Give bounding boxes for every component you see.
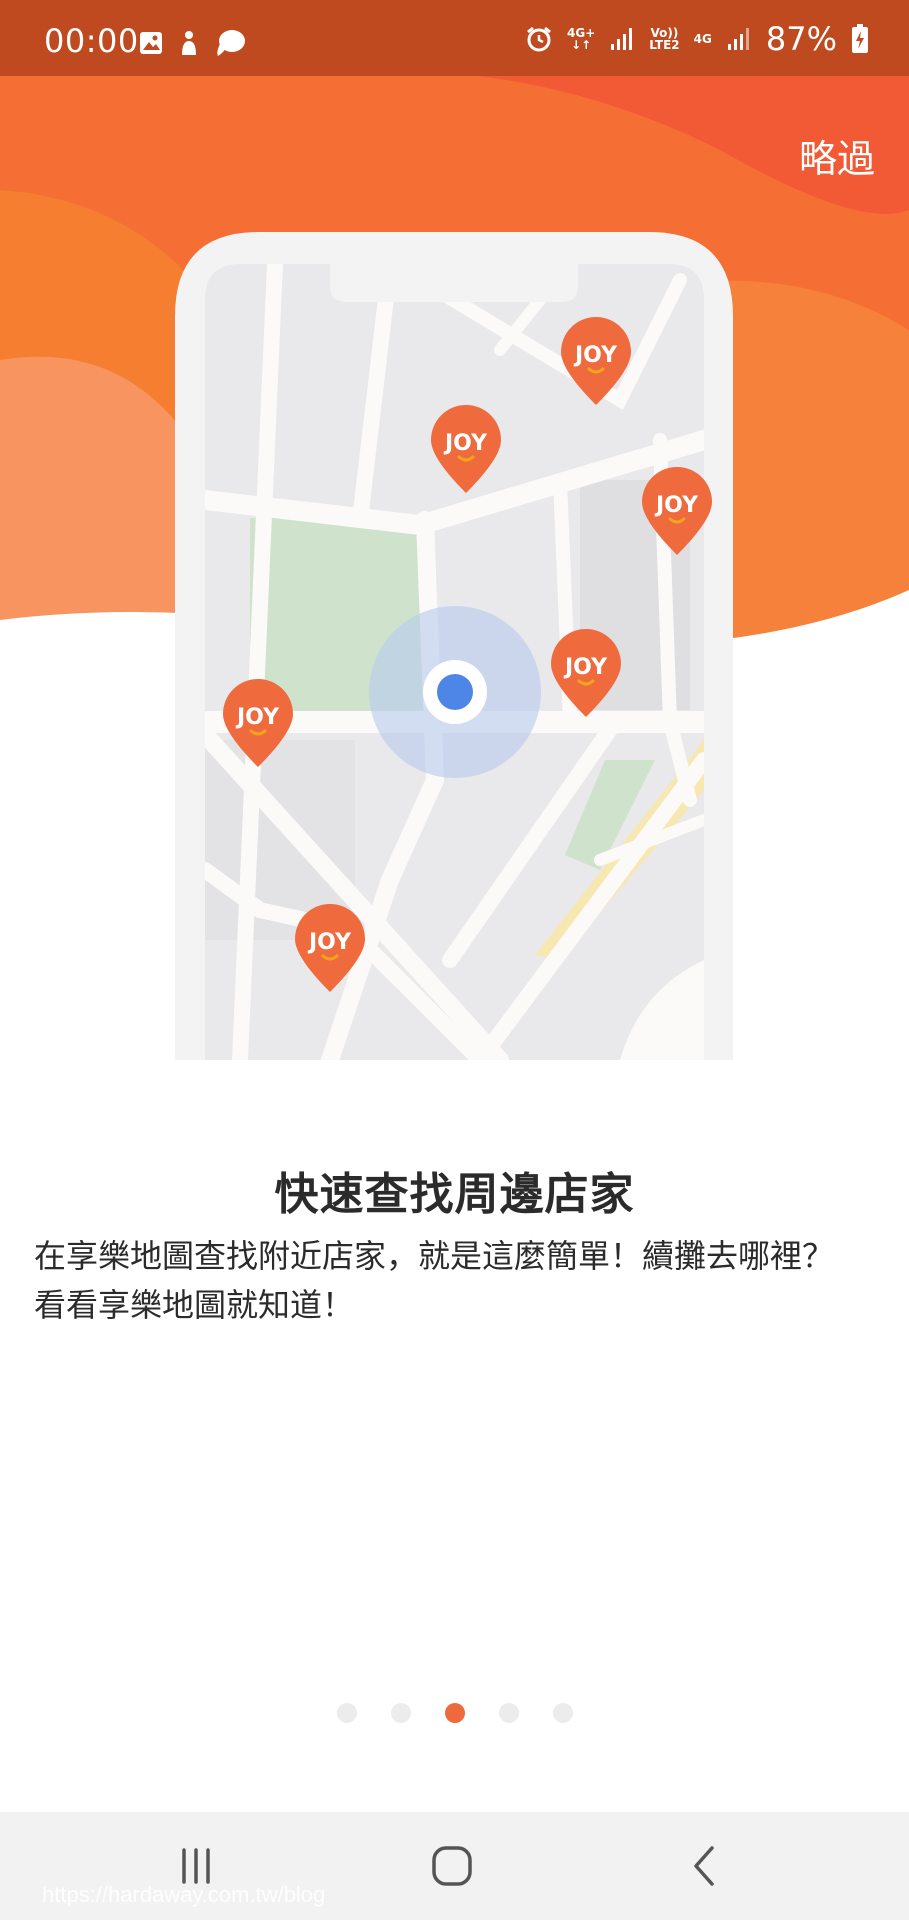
page-dot[interactable] bbox=[552, 1703, 573, 1723]
back-icon bbox=[694, 1846, 714, 1886]
back-button[interactable] bbox=[664, 1836, 744, 1896]
description-line-1: 在享樂地圖查找附近店家，就是這麼簡單！續攤去哪裡？ bbox=[34, 1237, 835, 1275]
network-type-2: Vo)) LTE2 bbox=[649, 27, 679, 51]
gallery-icon bbox=[140, 32, 162, 54]
status-time: 00:00 bbox=[44, 22, 139, 60]
battery-charging-icon bbox=[852, 24, 868, 53]
joy-pin-label: JOY bbox=[307, 930, 352, 955]
page-title: 快速查找周邊店家 bbox=[274, 1169, 635, 1220]
joy-pin-label: JOY bbox=[235, 705, 280, 730]
cleaning-icon bbox=[182, 31, 196, 55]
recent-apps-icon bbox=[182, 1848, 210, 1884]
joy-pin-label: JOY bbox=[654, 493, 699, 518]
battery-percent: 87% bbox=[765, 20, 837, 58]
home-icon bbox=[432, 1846, 472, 1886]
page-description: 在享樂地圖查找附近店家，就是這麼簡單！續攤去哪裡？ 看看享樂地圖就知道！ bbox=[34, 1232, 879, 1330]
network-type-1-label: 4G+ bbox=[567, 26, 596, 40]
home-button[interactable] bbox=[412, 1836, 492, 1896]
joy-pin-label: JOY bbox=[563, 655, 608, 680]
page-dot[interactable] bbox=[390, 1703, 411, 1723]
status-bar: 00:00 4G+ ↓↑ Vo)) LTE2 4G 87% bbox=[0, 0, 909, 76]
notification-icons bbox=[138, 28, 246, 58]
user-location-dot bbox=[437, 674, 473, 710]
page-dot[interactable] bbox=[444, 1703, 465, 1723]
skip-button[interactable]: 略過 bbox=[799, 128, 875, 183]
page-indicator bbox=[0, 1703, 909, 1723]
network-type-3: 4G bbox=[693, 32, 712, 46]
status-indicators: 4G+ ↓↑ Vo)) LTE2 4G 87% bbox=[525, 20, 869, 58]
description-line-2: 看看享樂地圖就知道！ bbox=[34, 1286, 355, 1324]
alarm-icon bbox=[527, 26, 551, 52]
page-dot[interactable] bbox=[498, 1703, 519, 1723]
hero-illustration: JOY JOY JOY JOY JOY JOY bbox=[0, 70, 909, 1070]
network-type-1: 4G+ ↓↑ bbox=[567, 26, 596, 52]
signal-icon-2 bbox=[727, 28, 749, 50]
watermark: https://hardaway.com.tw/blog bbox=[42, 1882, 326, 1907]
lte2-label: LTE2 bbox=[649, 38, 680, 52]
signal-icon-1 bbox=[611, 28, 633, 50]
joy-pin-label: JOY bbox=[443, 431, 488, 456]
page-dot[interactable] bbox=[336, 1703, 357, 1723]
joy-pin-label: JOY bbox=[573, 343, 618, 368]
chat-icon bbox=[217, 30, 245, 56]
